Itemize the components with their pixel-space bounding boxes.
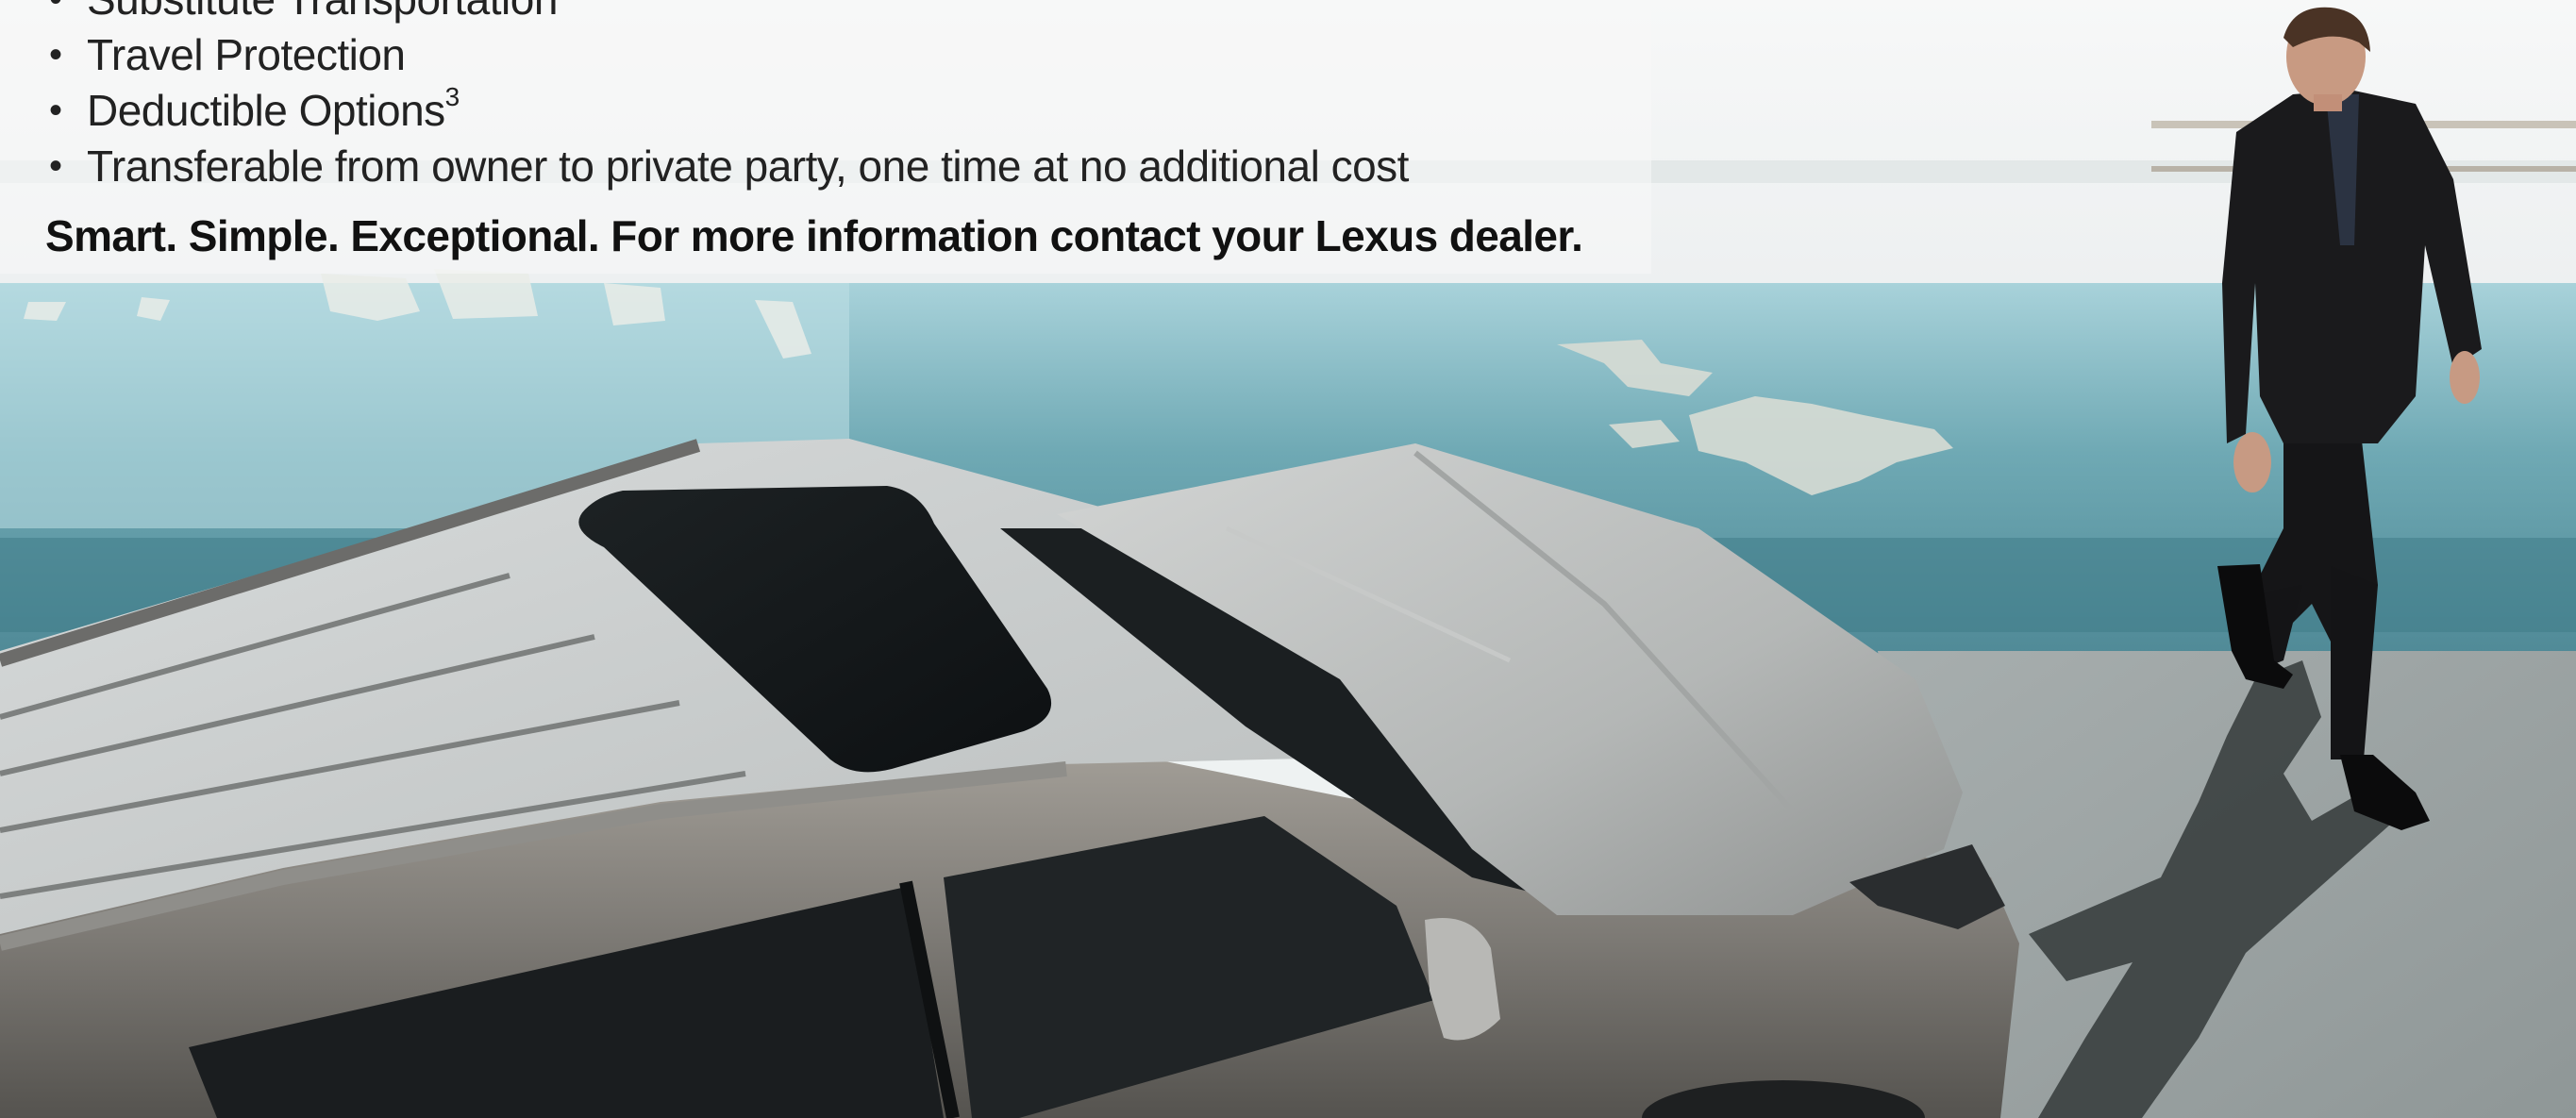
- feature-item: • Substitute Transportation: [45, 0, 1838, 27]
- feature-label: Travel Protection: [87, 30, 406, 79]
- bullet-icon: •: [49, 90, 62, 131]
- feature-item: • Deductible Options3: [45, 83, 1838, 139]
- tagline: Smart. Simple. Exceptional. For more inf…: [45, 211, 1583, 260]
- feature-label: Substitute Transportation: [87, 0, 558, 24]
- bullet-icon: •: [49, 34, 62, 75]
- feature-item: • Travel Protection: [45, 27, 1838, 83]
- bullet-icon: •: [49, 145, 62, 187]
- copy-block: • Substitute Transportation • Travel Pro…: [45, 0, 1838, 262]
- feature-item: • Transferable from owner to private par…: [45, 139, 1838, 194]
- feature-label: Deductible Options: [87, 86, 445, 135]
- footnote-marker: 3: [444, 82, 460, 111]
- feature-list: • Substitute Transportation • Travel Pro…: [45, 0, 1838, 194]
- feature-label: Transferable from owner to private party…: [87, 142, 1409, 191]
- bullet-icon: •: [49, 0, 62, 27]
